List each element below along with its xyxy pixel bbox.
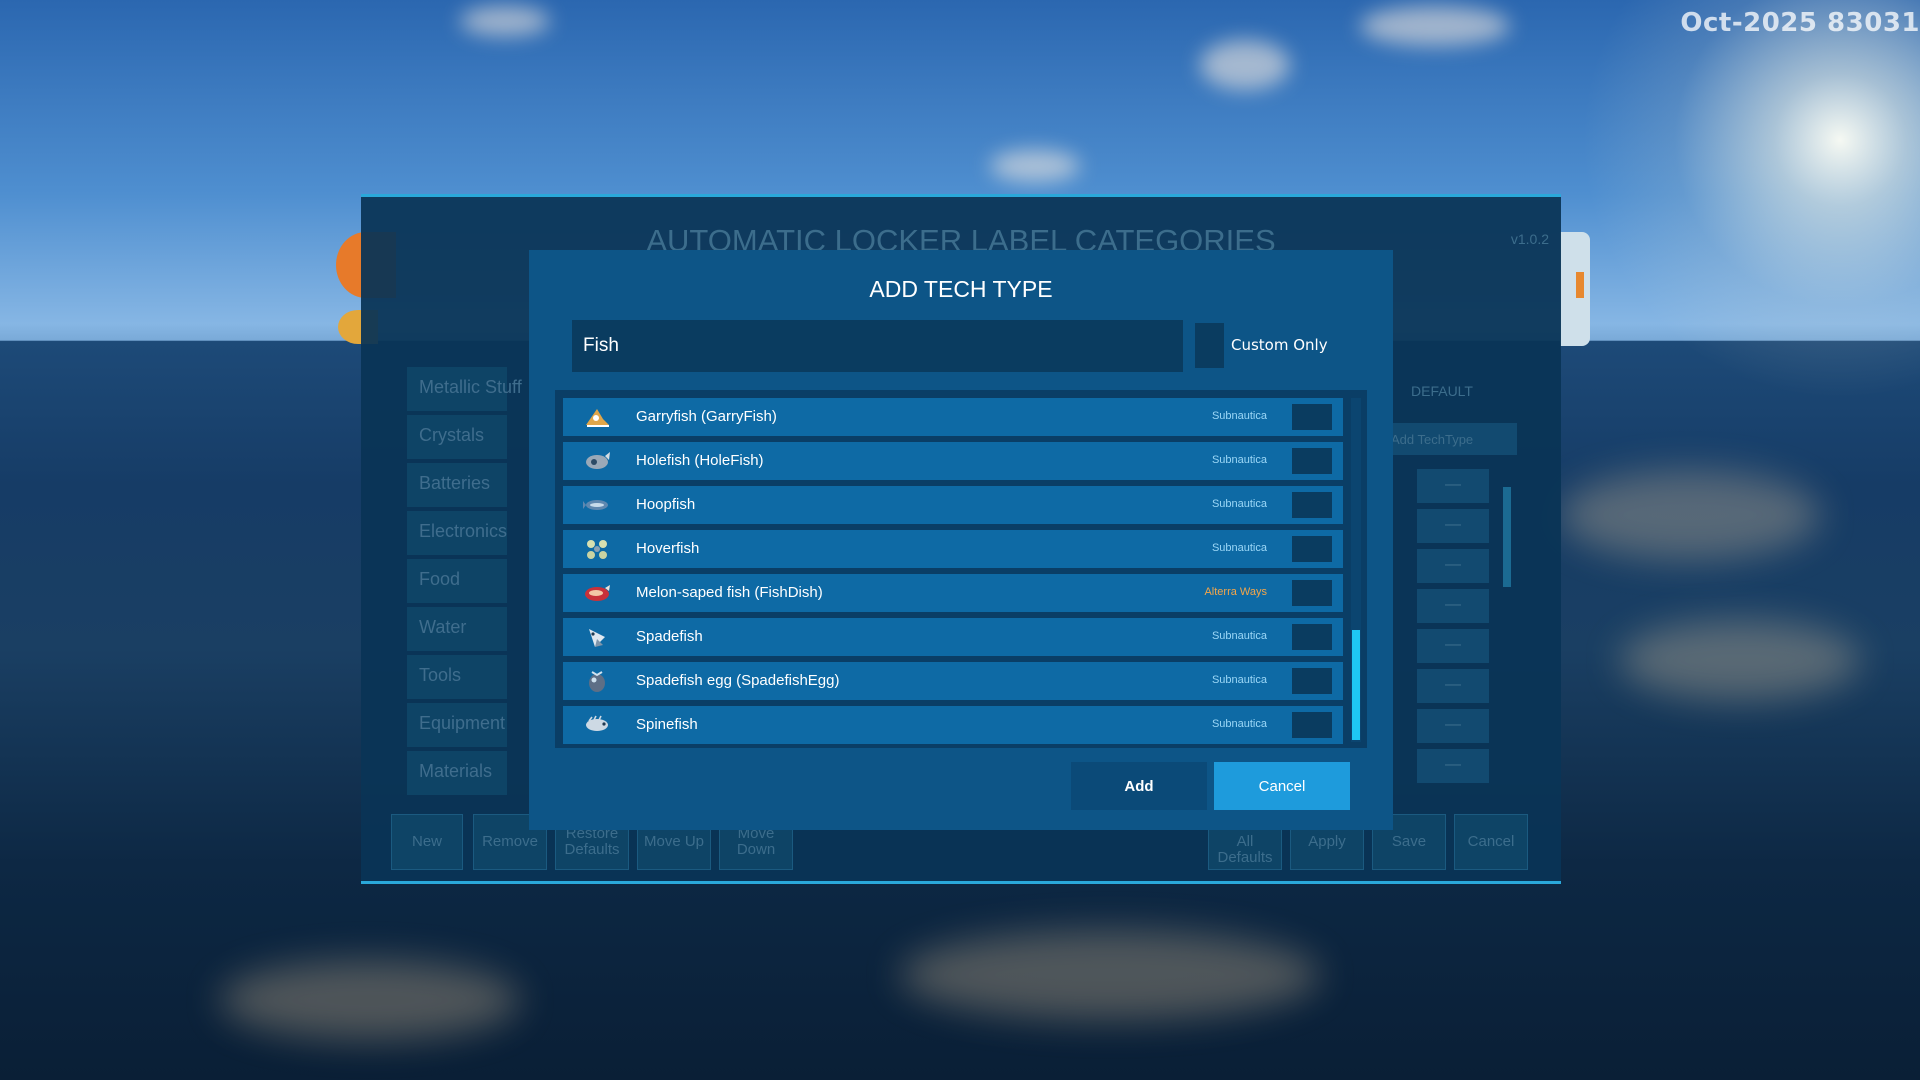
remove-entry-button[interactable]: — [1417,749,1489,783]
remove-entry-button[interactable]: — [1417,709,1489,743]
category-item[interactable]: Crystals [407,415,507,459]
entries-scrollbar[interactable] [1503,487,1511,587]
list-item[interactable]: Melon-saped fish (FishDish) Alterra Ways [563,574,1343,612]
item-checkbox[interactable] [1292,404,1332,430]
item-source: Subnautica [1211,454,1267,466]
remove-entry-button[interactable]: — [1417,509,1489,543]
list-item[interactable]: Spinefish Subnautica [563,706,1343,744]
holefish-icon [586,452,610,469]
category-item[interactable]: Tools [407,655,507,699]
item-name: Hoverfish [636,540,700,557]
category-item[interactable]: Electronics [407,511,507,555]
item-source: Subnautica [1211,674,1267,686]
water-glint [220,960,520,1040]
sun-glow [1580,0,1920,400]
add-button[interactable]: Add [1071,762,1207,810]
version-label: v1.0.2 [1510,231,1549,247]
cancel-button[interactable]: Cancel [1214,762,1350,810]
water-glint [900,930,1320,1020]
item-source: Subnautica [1211,630,1267,642]
dialog-title: ADD TECH TYPE [869,276,1053,302]
item-checkbox[interactable] [1292,668,1332,694]
item-source: Alterra Ways [1204,586,1267,598]
category-item[interactable]: Materials [407,751,507,795]
list-scrollbar-thumb[interactable] [1352,630,1360,740]
list-item[interactable]: Holefish (HoleFish) Subnautica [563,442,1343,480]
item-name: Garryfish (GarryFish) [636,408,777,425]
watermark: Oct-2025 83031 [1680,8,1920,38]
item-checkbox[interactable] [1292,624,1332,650]
item-source: Subnautica [1211,410,1267,422]
custom-only-label: Custom Only [1231,336,1328,354]
remove-entry-column: — — — — — — — — [1417,469,1489,789]
list-item[interactable]: Hoopfish Subnautica [563,486,1343,524]
cloud [1360,6,1510,46]
category-item[interactable]: Equipment [407,703,507,747]
spadefish-egg-icon [589,671,605,692]
item-checkbox[interactable] [1292,536,1332,562]
category-item[interactable]: Water [407,607,507,651]
item-checkbox[interactable] [1292,580,1332,606]
item-checkbox[interactable] [1292,712,1332,738]
item-name: Spadefish egg (SpadefishEgg) [636,672,840,689]
remove-entry-button[interactable]: — [1417,469,1489,503]
cloud [1200,40,1290,90]
remove-entry-button[interactable]: — [1417,629,1489,663]
search-input[interactable] [572,320,1183,372]
buoy-marker [1576,272,1584,298]
water-glint [1560,470,1820,560]
add-tech-type-dialog: ADD TECH TYPE Custom Only Garryfish (Gar… [529,250,1393,830]
item-source: Subnautica [1211,542,1267,554]
item-name: Spinefish [636,716,698,733]
cloud [990,150,1080,182]
item-source: Subnautica [1211,718,1267,730]
remove-entry-button[interactable]: — [1417,549,1489,583]
fishdish-icon [585,585,610,601]
item-checkbox[interactable] [1292,492,1332,518]
custom-only-checkbox[interactable] [1195,323,1224,368]
item-name: Spadefish [636,628,703,645]
item-name: Hoopfish [636,496,696,513]
default-column-header: DEFAULT [1411,383,1473,399]
item-checkbox[interactable] [1292,448,1332,474]
cancel-settings-button[interactable]: Cancel [1454,814,1528,870]
add-techtype-button[interactable]: Add TechType [1381,423,1517,455]
techtype-list: Garryfish (GarryFish) Subnautica Holefis… [555,390,1367,748]
garryfish-icon [586,409,609,427]
item-name: Holefish (HoleFish) [636,452,764,469]
category-item[interactable]: Food [407,559,507,603]
hoverfish-icon [587,540,607,559]
spadefish-icon [589,629,605,647]
category-item[interactable]: Batteries [407,463,507,507]
item-name: Melon-saped fish (FishDish) [636,584,823,601]
remove-entry-button[interactable]: — [1417,589,1489,623]
list-item[interactable]: Spadefish Subnautica [563,618,1343,656]
list-item[interactable]: Garryfish (GarryFish) Subnautica [563,398,1343,436]
item-source: Subnautica [1211,498,1267,510]
water-glint [1620,620,1860,700]
cloud [460,6,550,36]
hoopfish-icon [583,500,608,510]
list-item[interactable]: Spadefish egg (SpadefishEgg) Subnautica [563,662,1343,700]
new-button[interactable]: New [391,814,463,870]
remove-entry-button[interactable]: — [1417,669,1489,703]
category-list: Metallic Stuff Crystals Batteries Electr… [407,367,522,799]
list-item[interactable]: Hoverfish Subnautica [563,530,1343,568]
category-item[interactable]: Metallic Stuff [407,367,522,411]
spinefish-icon [586,715,608,731]
buoy [1560,232,1590,346]
